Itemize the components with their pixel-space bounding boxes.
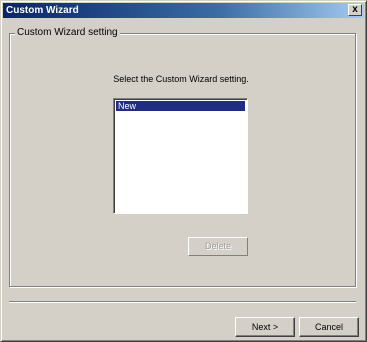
delete-button[interactable]: Delete (188, 237, 248, 256)
footer-separator (9, 301, 356, 303)
cancel-button[interactable]: Cancel (299, 317, 359, 337)
title-bar[interactable]: Custom Wizard x (3, 3, 364, 18)
close-icon: x (352, 4, 358, 15)
custom-wizard-dialog: Custom Wizard x Custom Wizard setting Se… (0, 0, 367, 342)
list-item-new[interactable]: New (116, 101, 245, 111)
instruction-text: Select the Custom Wizard setting. (113, 74, 249, 84)
window-title: Custom Wizard (6, 5, 79, 16)
settings-listbox[interactable]: New (113, 98, 248, 214)
next-button[interactable]: Next > (235, 317, 295, 337)
close-button[interactable]: x (348, 4, 362, 16)
groupbox-legend: Custom Wizard setting (15, 27, 120, 39)
